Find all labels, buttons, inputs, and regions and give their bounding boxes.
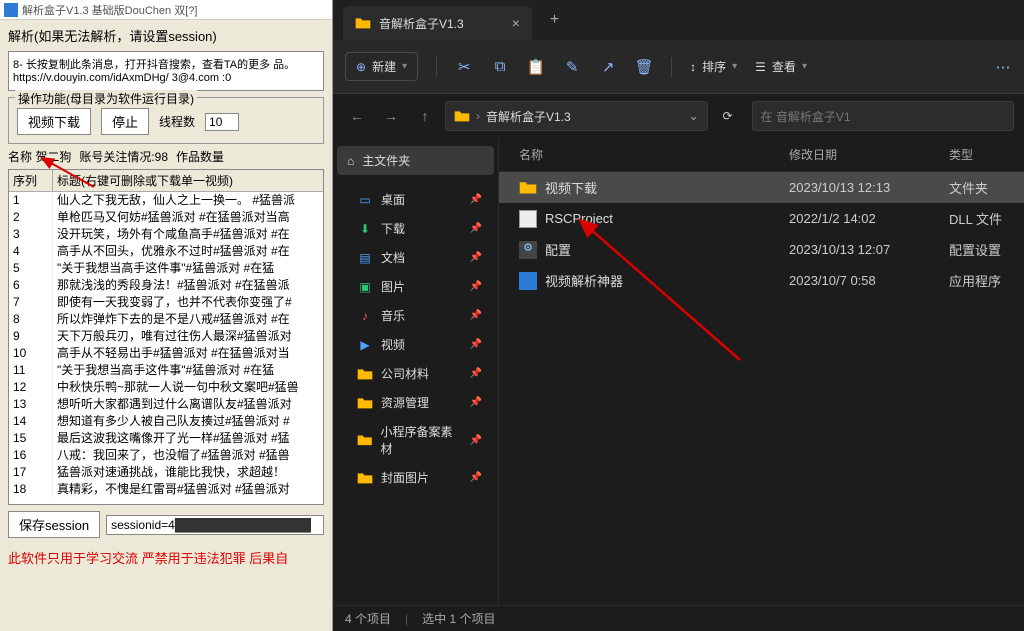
download-button[interactable]: 视频下载 xyxy=(17,108,91,135)
rename-icon[interactable]: ✎ xyxy=(563,58,581,76)
table-row[interactable]: 2单枪匹马又何妨#猛兽派对 #在猛兽派对当高 xyxy=(9,209,323,226)
file-row[interactable]: RSCProject2022/1/2 14:02DLL 文件 xyxy=(499,203,1024,234)
stop-button[interactable]: 停止 xyxy=(101,108,149,135)
up-button[interactable]: ↑ xyxy=(411,102,439,130)
forward-button[interactable]: → xyxy=(377,102,405,130)
toolbar: ⊕ 新建 ▾ ✂ ⧉ 📋 ✎ ↗ 🗑 ↕ 排序 ▾ ☰ 查看 ▾ ⋯ xyxy=(333,40,1024,94)
sidebar-home[interactable]: ⌂ 主文件夹 xyxy=(337,146,494,175)
home-icon: ⌂ xyxy=(347,154,354,168)
app-icon xyxy=(4,3,18,17)
disclaimer: 此软件只用于学习交流 严禁用于违法犯罪 后果自 xyxy=(0,544,332,571)
ops-legend: 操作功能(母目录为软件运行目录) xyxy=(15,90,197,107)
url-input[interactable]: 8- 长按复制此条消息，打开抖音搜索，查看TA的更多 品。 https://v.… xyxy=(8,51,324,91)
sidebar: ⌂ 主文件夹 ▭桌面📌⬇下载📌▤文档📌▣图片📌♪音乐📌▶视频📌公司材料📌资源管理… xyxy=(333,138,499,605)
table-row[interactable]: 5"关于我想当高手这件事"#猛兽派对 #在猛 xyxy=(9,260,323,277)
table-row[interactable]: 12中秋快乐鸭~那就一人说一句中秋文案吧#猛兽 xyxy=(9,379,323,396)
header-title: 标题(右键可删除或下载单一视频) xyxy=(53,170,323,191)
sidebar-item[interactable]: 封面图片📌 xyxy=(337,463,494,492)
thread-label: 线程数 xyxy=(159,113,195,130)
table-row[interactable]: 8所以炸弹炸下去的是不是八戒#猛兽派对 #在 xyxy=(9,311,323,328)
titlebar: 解析盒子V1.3 基础版DouChen 双[?] xyxy=(0,0,332,20)
table-row[interactable]: 1仙人之下我无敌，仙人之上一换一。 #猛兽派 xyxy=(9,192,323,209)
share-icon[interactable]: ↗ xyxy=(599,58,617,76)
folder-icon xyxy=(355,16,371,30)
title-text: 解析盒子V1.3 基础版DouChen 双[?] xyxy=(22,2,197,18)
table-row[interactable]: 7即使有一天我变弱了，也并不代表你变强了# xyxy=(9,294,323,311)
table-row[interactable]: 15最后这波我这嘴像开了光一样#猛兽派对 #猛 xyxy=(9,430,323,447)
table-row[interactable]: 3没开玩笑，场外有个咸鱼高手#猛兽派对 #在 xyxy=(9,226,323,243)
cut-icon[interactable]: ✂ xyxy=(455,58,473,76)
session-field[interactable]: sessionid=4████████████████ xyxy=(106,515,324,535)
sidebar-item[interactable]: ▤文档📌 xyxy=(337,243,494,272)
paste-icon[interactable]: 📋 xyxy=(527,58,545,76)
file-explorer: 音解析盒子V1.3 × + ⊕ 新建 ▾ ✂ ⧉ 📋 ✎ ↗ 🗑 ↕ 排序 ▾ … xyxy=(333,0,1024,631)
back-button[interactable]: ← xyxy=(343,102,371,130)
header-type[interactable]: 类型 xyxy=(949,146,1014,163)
status-selected: 选中 1 个项目 xyxy=(422,610,495,627)
table-row[interactable]: 9天下万般兵刃，唯有过往伤人最深#猛兽派对 xyxy=(9,328,323,345)
file-row[interactable]: ⚙配置2023/10/13 12:07配置设置 xyxy=(499,234,1024,265)
folder-icon xyxy=(454,109,470,123)
tab-close-icon[interactable]: × xyxy=(512,15,520,31)
table-row[interactable]: 14想知道有多少人被自己队友揍过#猛兽派对 # xyxy=(9,413,323,430)
sidebar-item[interactable]: ▶视频📌 xyxy=(337,330,494,359)
search-input[interactable]: 在 音解析盒子V1 xyxy=(752,101,1015,131)
refresh-button[interactable]: ⟳ xyxy=(714,102,742,130)
grid-header: 序列 标题(右键可删除或下载单一视频) xyxy=(9,170,323,192)
header-seq: 序列 xyxy=(9,170,53,191)
info-name: 名称 贺二狗 xyxy=(8,148,71,165)
header-name[interactable]: 名称 xyxy=(509,146,789,163)
sidebar-item[interactable]: 小程序备案素材📌 xyxy=(337,417,494,463)
tab-bar: 音解析盒子V1.3 × + xyxy=(333,0,1024,40)
file-row[interactable]: 视频解析神器2023/10/7 0:58应用程序 xyxy=(499,265,1024,296)
tab-title: 音解析盒子V1.3 xyxy=(379,15,464,32)
ops-group: 操作功能(母目录为软件运行目录) 视频下载 停止 线程数 xyxy=(8,97,324,144)
video-grid[interactable]: 序列 标题(右键可删除或下载单一视频) 1仙人之下我无敌，仙人之上一换一。 #猛… xyxy=(8,169,324,505)
sidebar-item[interactable]: 资源管理📌 xyxy=(337,388,494,417)
info-follow: 账号关注情况:98 xyxy=(79,148,168,165)
tab-current[interactable]: 音解析盒子V1.3 × xyxy=(343,6,532,40)
left-app-window: 解析盒子V1.3 基础版DouChen 双[?] 解析(如果无法解析，请设置se… xyxy=(0,0,333,631)
nav-row: ← → ↑ › 音解析盒子V1.3 ⌄ ⟳ 在 音解析盒子V1 xyxy=(333,94,1024,138)
table-row[interactable]: 6那就浅浅的秀段身法！#猛兽派对 #在猛兽派 xyxy=(9,277,323,294)
status-count: 4 个项目 xyxy=(345,610,391,627)
header-date[interactable]: 修改日期 xyxy=(789,146,949,163)
parse-label: 解析(如果无法解析，请设置session) xyxy=(0,20,332,49)
view-icon: ☰ xyxy=(755,60,766,74)
sidebar-item[interactable]: ▭桌面📌 xyxy=(337,185,494,214)
table-row[interactable]: 4高手从不回头，优雅永不过时#猛兽派对 #在 xyxy=(9,243,323,260)
table-row[interactable]: 16八戒：我回来了，也没帽了#猛兽派对 #猛兽 xyxy=(9,447,323,464)
sidebar-item[interactable]: 公司材料📌 xyxy=(337,359,494,388)
breadcrumb[interactable]: 音解析盒子V1.3 xyxy=(486,108,571,125)
info-works: 作品数量 xyxy=(176,148,224,165)
plus-circle-icon: ⊕ xyxy=(356,60,366,74)
file-list: 名称 修改日期 类型 视频下载2023/10/13 12:13文件夹RSCPro… xyxy=(499,138,1024,605)
chevron-down-icon: ▾ xyxy=(402,61,407,72)
new-tab-button[interactable]: + xyxy=(550,11,559,29)
new-button[interactable]: ⊕ 新建 ▾ xyxy=(345,52,418,81)
chevron-down-icon[interactable]: ⌄ xyxy=(688,109,698,123)
delete-icon[interactable]: 🗑 xyxy=(635,58,653,76)
sidebar-item[interactable]: ▣图片📌 xyxy=(337,272,494,301)
address-bar[interactable]: › 音解析盒子V1.3 ⌄ xyxy=(445,101,708,131)
thread-input[interactable] xyxy=(205,113,239,131)
file-row[interactable]: 视频下载2023/10/13 12:13文件夹 xyxy=(499,172,1024,203)
table-row[interactable]: 11"关于我想当高手这件事"#猛兽派对 #在猛 xyxy=(9,362,323,379)
sidebar-item[interactable]: ⬇下载📌 xyxy=(337,214,494,243)
sidebar-item[interactable]: ♪音乐📌 xyxy=(337,301,494,330)
save-session-button[interactable]: 保存session xyxy=(8,511,100,538)
status-bar: 4 个项目 | 选中 1 个项目 xyxy=(333,605,1024,631)
table-row[interactable]: 13想听听大家都遇到过什么离谱队友#猛兽派对 xyxy=(9,396,323,413)
table-row[interactable]: 18真精彩，不愧是红雷哥#猛兽派对 #猛兽派对 xyxy=(9,481,323,498)
view-button[interactable]: ☰ 查看 ▾ xyxy=(755,58,807,75)
table-row[interactable]: 10高手从不轻易出手#猛兽派对 #在猛兽派对当 xyxy=(9,345,323,362)
info-line: 名称 贺二狗 账号关注情况:98 作品数量 xyxy=(8,148,324,165)
sort-icon: ↕ xyxy=(690,60,696,74)
sort-button[interactable]: ↕ 排序 ▾ xyxy=(690,58,737,75)
file-header: 名称 修改日期 类型 xyxy=(499,138,1024,172)
table-row[interactable]: 17猛兽派对速通挑战，谁能比我快，求超越！ xyxy=(9,464,323,481)
copy-icon[interactable]: ⧉ xyxy=(491,58,509,76)
more-icon[interactable]: ⋯ xyxy=(994,58,1012,76)
